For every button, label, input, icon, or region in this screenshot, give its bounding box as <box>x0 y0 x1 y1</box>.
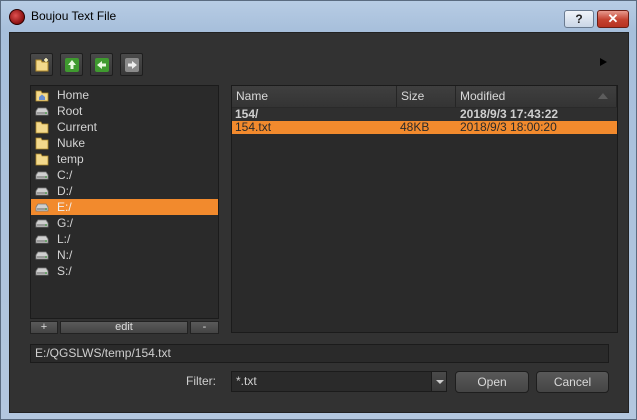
sidebar-item[interactable]: L:/ <box>31 231 218 247</box>
column-header-modified-label: Modified <box>460 89 506 103</box>
drive-icon <box>35 248 49 262</box>
new-folder-icon <box>35 58 49 72</box>
sidebar-item-label: D:/ <box>57 184 73 198</box>
column-header-size[interactable]: Size <box>397 86 456 107</box>
sidebar-item[interactable]: Home <box>31 87 218 103</box>
sidebar-item-label: E:/ <box>57 200 72 214</box>
sidebar-item-label: S:/ <box>57 264 72 278</box>
chevron-down-icon[interactable] <box>431 372 446 391</box>
folder-icon <box>35 152 49 166</box>
locations-list: Home Root Current Nuke temp C:/ D:/ E:/ G:/ L:/ N:… <box>30 85 219 319</box>
sidebar-item-label: L:/ <box>57 232 71 246</box>
toolbar-more-arrow-icon[interactable] <box>600 58 607 66</box>
close-button[interactable]: ✕ <box>597 10 629 28</box>
sort-indicator-icon <box>598 93 608 99</box>
open-button[interactable]: Open <box>455 371 529 393</box>
drive-icon <box>35 168 49 182</box>
file-name: 154.txt <box>235 120 272 134</box>
sidebar-item[interactable]: N:/ <box>31 247 218 263</box>
column-header-modified[interactable]: Modified <box>456 86 617 107</box>
sidebar-item-label: C:/ <box>57 168 73 182</box>
column-header-name[interactable]: Name <box>232 86 397 107</box>
drive-icon <box>35 200 49 214</box>
file-row[interactable]: 154.txt 48KB 2018/9/3 18:00:20 <box>232 121 617 134</box>
path-input[interactable]: E:/QGSLWS/temp/154.txt <box>30 344 609 363</box>
back-arrow-icon <box>95 58 109 72</box>
up-directory-button[interactable] <box>60 53 83 76</box>
back-button[interactable] <box>90 53 113 76</box>
edit-location-button[interactable]: edit <box>60 321 188 334</box>
sidebar-item[interactable]: C:/ <box>31 167 218 183</box>
folder-icon <box>35 136 49 150</box>
dialog-window: Boujou Text File ? ✕ Home Root Current N… <box>0 0 637 420</box>
sidebar-item[interactable]: Nuke <box>31 135 218 151</box>
folder-icon <box>35 120 49 134</box>
file-size: 48KB <box>400 120 430 134</box>
sidebar-item-label: N:/ <box>57 248 73 262</box>
drive-icon <box>35 104 49 118</box>
cancel-button[interactable]: Cancel <box>536 371 609 393</box>
sidebar-item[interactable]: temp <box>31 151 218 167</box>
drive-icon <box>35 184 49 198</box>
forward-button[interactable] <box>120 53 143 76</box>
title-bar[interactable]: Boujou Text File ? ✕ <box>1 1 636 31</box>
home-folder-icon <box>35 88 49 102</box>
sidebar-item[interactable]: E:/ <box>31 199 218 215</box>
drive-icon <box>35 216 49 230</box>
sidebar-item-label: Root <box>57 104 83 118</box>
sidebar-item-label: Current <box>57 120 98 134</box>
sidebar-item[interactable]: D:/ <box>31 183 218 199</box>
file-modified: 2018/9/3 18:00:20 <box>460 120 557 134</box>
add-location-button[interactable]: + <box>30 321 58 334</box>
new-folder-button[interactable] <box>30 53 53 76</box>
sidebar-item[interactable]: S:/ <box>31 263 218 279</box>
forward-arrow-icon <box>125 58 139 72</box>
file-list: Name Size Modified 154/2018/9/3 17:43:22… <box>231 85 618 333</box>
sidebar-item[interactable]: G:/ <box>31 215 218 231</box>
dialog-body: Home Root Current Nuke temp C:/ D:/ E:/ G:/ L:/ N:… <box>9 32 629 413</box>
sidebar-item-label: Nuke <box>57 136 86 150</box>
window-title: Boujou Text File <box>31 9 117 23</box>
sidebar-item-label: G:/ <box>57 216 74 230</box>
sidebar-item[interactable]: Current <box>31 119 218 135</box>
up-arrow-icon <box>65 58 79 72</box>
app-icon <box>9 9 25 25</box>
remove-location-button[interactable]: - <box>190 321 219 334</box>
filter-label: Filter: <box>186 374 216 388</box>
help-button[interactable]: ? <box>564 10 594 28</box>
drive-icon <box>35 232 49 246</box>
sidebar-item[interactable]: Root <box>31 103 218 119</box>
filter-select[interactable]: *.txt <box>231 371 447 392</box>
sidebar-item-label: Home <box>57 88 90 102</box>
filter-value: *.txt <box>236 374 257 388</box>
sidebar-item-label: temp <box>57 152 84 166</box>
drive-icon <box>35 264 49 278</box>
